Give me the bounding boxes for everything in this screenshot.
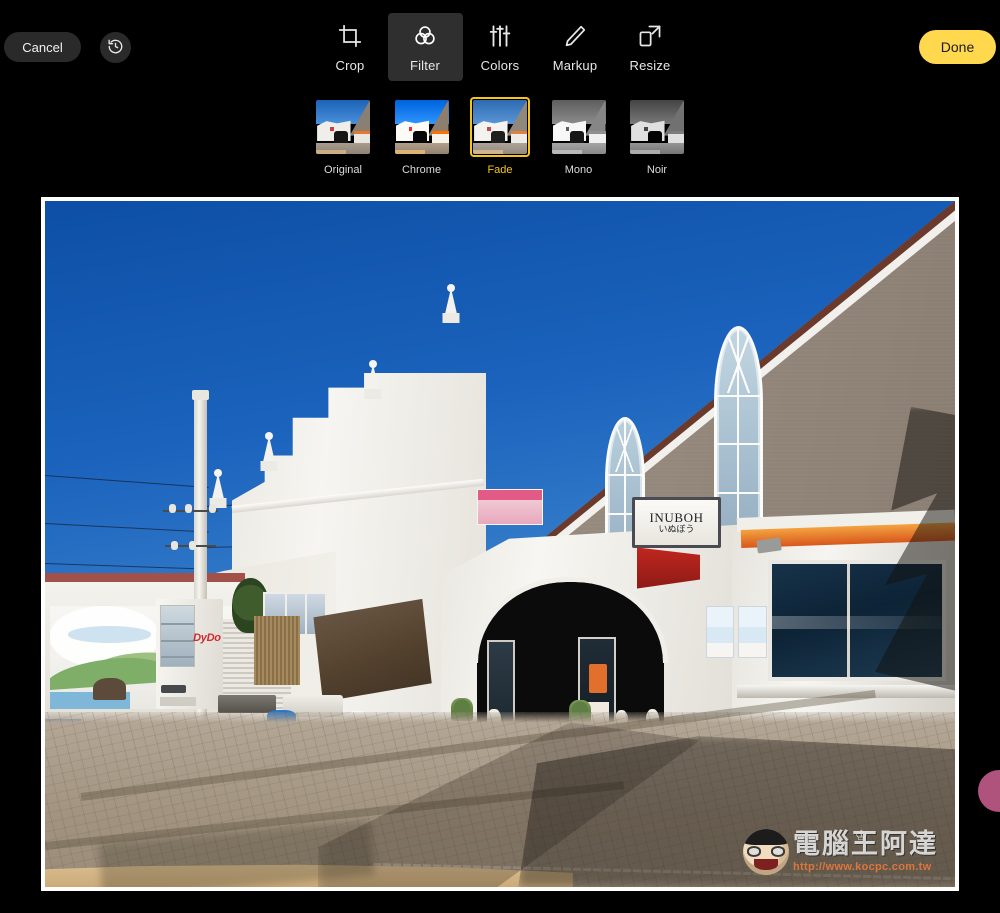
photo-preview[interactable]: DyDo INUBOH いぬぼう 電腦王阿達 http://www.kocpc.… — [45, 201, 955, 887]
tab-resize-label: Resize — [629, 58, 671, 73]
filter-label: Fade — [487, 164, 513, 176]
pole-insulator — [208, 504, 216, 514]
filter-icon — [412, 23, 438, 49]
filter-option-original[interactable]: Original — [312, 97, 374, 182]
filter-label: Mono — [564, 164, 593, 176]
cancel-button[interactable]: Cancel — [4, 32, 81, 62]
filter-label: Chrome — [401, 164, 442, 176]
wall-poster — [738, 605, 767, 658]
filter-thumbnail[interactable] — [313, 97, 373, 157]
filter-thumbnail[interactable] — [470, 97, 530, 157]
filter-option-fade[interactable]: Fade — [469, 97, 531, 182]
shop-name-en: INUBOH — [649, 509, 704, 525]
tab-colors-label: Colors — [480, 58, 520, 73]
filter-thumbnail[interactable] — [627, 97, 687, 157]
filter-label: Original — [324, 164, 362, 176]
utility-pole-cap — [192, 390, 209, 400]
shop-name-sign: INUBOH いぬぼう — [631, 497, 722, 549]
pole-insulator — [185, 504, 193, 514]
tab-filter-label: Filter — [409, 58, 441, 73]
resize-icon — [637, 23, 663, 49]
tab-markup-label: Markup — [552, 58, 598, 73]
vending-machine: DyDo — [156, 598, 224, 709]
filter-option-chrome[interactable]: Chrome — [391, 97, 453, 182]
watermark: 電腦王阿達 http://www.kocpc.com.tw ♔ — [743, 821, 949, 883]
filter-strip: Original Chrome Fade Mono Noir — [312, 97, 688, 182]
tab-markup[interactable]: Markup — [538, 13, 613, 81]
door-notice-orange — [589, 664, 608, 693]
crop-icon — [337, 23, 363, 49]
revert-clock-icon — [107, 38, 124, 58]
tab-filter[interactable]: Filter — [387, 13, 463, 81]
pink-banner-sign — [477, 489, 543, 525]
tab-crop-label: Crop — [335, 58, 365, 73]
pole-insulator — [168, 504, 176, 514]
tab-resize[interactable]: Resize — [613, 13, 688, 81]
done-button[interactable]: Done — [919, 30, 996, 64]
pole-insulator — [170, 540, 178, 550]
shop-name-jp: いぬぼう — [658, 524, 695, 535]
pole-insulator — [188, 540, 196, 550]
edge-floating-badge[interactable] — [978, 770, 1000, 812]
crown-icon: ♔ — [855, 827, 868, 843]
wall-lamp — [755, 536, 782, 554]
filter-option-mono[interactable]: Mono — [548, 97, 610, 182]
editor-toolbar: Cancel Crop Filter Colors Markup Resize … — [0, 0, 1000, 90]
photo-canvas-frame[interactable]: DyDo INUBOH いぬぼう 電腦王阿達 http://www.kocpc.… — [41, 197, 959, 891]
filter-option-noir[interactable]: Noir — [626, 97, 688, 182]
revert-button[interactable] — [100, 32, 131, 63]
filter-thumbnail[interactable] — [548, 97, 609, 157]
tool-tabs: Crop Filter Colors Markup Resize — [312, 13, 688, 81]
reed-screen — [254, 616, 300, 685]
photo-editor-window: Cancel Crop Filter Colors Markup Resize … — [0, 0, 1000, 913]
wall-poster — [705, 605, 734, 658]
pencil-icon — [562, 23, 588, 49]
filter-thumbnail[interactable] — [391, 97, 452, 157]
mascot-face-icon — [743, 829, 789, 875]
tab-colors[interactable]: Colors — [463, 13, 538, 81]
sliders-icon — [487, 23, 513, 49]
stone-bench — [217, 694, 277, 713]
filter-label: Noir — [646, 164, 668, 176]
watermark-url: http://www.kocpc.com.tw — [793, 861, 932, 873]
vending-brand-label: DyDo — [193, 631, 221, 644]
tab-crop[interactable]: Crop — [313, 13, 388, 81]
